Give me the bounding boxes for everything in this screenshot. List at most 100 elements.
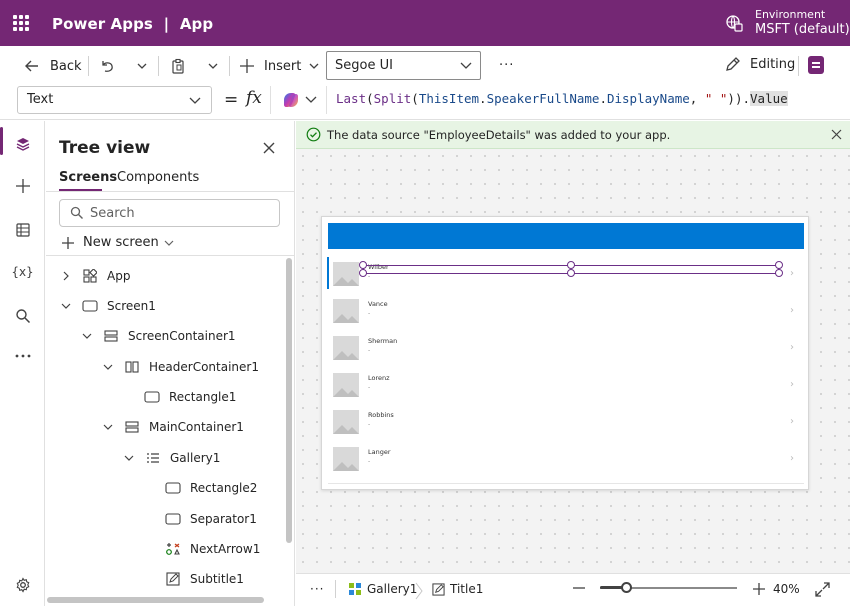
zoom-in-button[interactable] xyxy=(752,582,766,596)
app-header-rectangle[interactable] xyxy=(328,223,804,249)
gallery-item[interactable]: Wilber - › xyxy=(328,256,804,293)
insert-rail-button[interactable] xyxy=(0,169,45,203)
resize-handle[interactable] xyxy=(775,261,783,269)
undo-dropdown-button[interactable] xyxy=(135,56,149,76)
divider xyxy=(335,580,336,598)
breadcrumb-gallery1[interactable]: Gallery1 xyxy=(348,582,417,596)
gallery-item-subtitle: - xyxy=(368,310,371,317)
paste-button[interactable] xyxy=(170,56,186,76)
resize-handle[interactable] xyxy=(567,261,575,269)
chevron-down-icon xyxy=(164,240,174,246)
breadcrumb-label: Title1 xyxy=(450,582,484,596)
tab-components[interactable]: Components xyxy=(117,170,199,185)
close-icon[interactable] xyxy=(262,141,276,155)
settings-rail-button[interactable] xyxy=(0,568,45,602)
tree-node-rectangle2[interactable]: Rectangle2 xyxy=(143,478,257,498)
resize-handle[interactable] xyxy=(359,261,367,269)
property-dropdown[interactable]: Text xyxy=(17,86,212,114)
tree-node-headercontainer1[interactable]: HeaderContainer1 xyxy=(102,357,259,377)
gallery-item[interactable]: Langer - › xyxy=(328,441,804,478)
tree-search-box xyxy=(59,199,280,227)
tree-node-screencontainer1[interactable]: ScreenContainer1 xyxy=(81,326,236,346)
formula-token: . xyxy=(742,91,751,106)
data-rail-button[interactable] xyxy=(0,213,45,247)
tab-screens[interactable]: Screens xyxy=(59,170,117,185)
chevron-down-icon xyxy=(305,96,317,103)
font-dropdown[interactable]: Segoe UI xyxy=(326,51,481,80)
top-bar: Power Apps | App Environment MSFT (defau… xyxy=(0,0,850,46)
tree-node-app[interactable]: App xyxy=(60,266,130,286)
gallery-item[interactable]: Sherman - › xyxy=(328,330,804,367)
tree-node-label: ScreenContainer1 xyxy=(128,329,236,343)
zoom-out-button[interactable] xyxy=(572,586,586,590)
undo-button[interactable] xyxy=(99,56,115,76)
tree-horizontal-scrollbar[interactable] xyxy=(47,597,264,603)
tree-vertical-scrollbar[interactable] xyxy=(286,258,292,543)
breadcrumb-separator xyxy=(415,582,423,600)
tree-node-rectangle1[interactable]: Rectangle1 xyxy=(122,387,236,407)
resize-handle[interactable] xyxy=(359,269,367,277)
gallery-item[interactable]: Vance - › xyxy=(328,293,804,330)
editing-button[interactable]: Editing xyxy=(724,56,795,73)
tree-node-gallery1[interactable]: Gallery1 xyxy=(123,448,220,468)
search-rail-button[interactable] xyxy=(0,299,45,333)
more-rail-button[interactable] xyxy=(0,339,45,373)
rectangle-icon xyxy=(144,391,160,403)
formula-token: . xyxy=(599,91,607,106)
plus-icon xyxy=(753,583,765,595)
tree-node-screen1[interactable]: Screen1 xyxy=(60,296,156,316)
zoom-slider-thumb[interactable] xyxy=(621,582,633,593)
back-label: Back xyxy=(50,58,82,74)
insert-button[interactable]: Insert xyxy=(239,56,321,76)
tree-node-subtitle1[interactable]: Subtitle1 xyxy=(143,569,244,589)
variables-rail-button[interactable]: {x} xyxy=(0,255,45,289)
resize-handle[interactable] xyxy=(567,269,575,277)
formula-token: " " xyxy=(704,91,728,106)
copilot-button[interactable] xyxy=(270,86,326,114)
chevron-down-icon xyxy=(137,63,147,69)
image-placeholder-icon xyxy=(333,299,359,323)
chevron-down-icon xyxy=(124,455,134,461)
new-screen-label: New screen xyxy=(83,235,159,250)
gallery-item-subtitle: - xyxy=(368,273,371,280)
new-screen-button[interactable]: New screen xyxy=(61,235,174,250)
clipboard-icon xyxy=(172,58,184,74)
formula-token: , xyxy=(689,91,705,106)
image-placeholder-icon xyxy=(333,410,359,434)
tree-node-nextarrow1[interactable]: NextArrow1 xyxy=(143,539,260,559)
paste-dropdown-button[interactable] xyxy=(206,56,220,76)
gallery-item[interactable]: Lorenz - › xyxy=(328,367,804,404)
editing-label: Editing xyxy=(750,57,796,72)
status-more-button[interactable]: ··· xyxy=(310,582,324,596)
breadcrumb-title1[interactable]: Title1 xyxy=(432,582,483,596)
table-icon xyxy=(15,223,30,237)
undo-icon xyxy=(102,61,113,72)
notes-icon[interactable] xyxy=(808,56,824,74)
tree-node-label: Rectangle1 xyxy=(169,390,237,404)
tree-view-rail-button[interactable] xyxy=(0,127,45,161)
tree-node-maincontainer1[interactable]: MainContainer1 xyxy=(102,417,244,437)
chevron-down-icon xyxy=(82,333,92,339)
gallery-item[interactable]: Robbins - › xyxy=(328,404,804,441)
image-placeholder-icon xyxy=(333,336,359,360)
close-icon[interactable] xyxy=(831,129,842,140)
gallery-bottom-edge xyxy=(328,483,804,484)
app-screen-preview[interactable]: Wilber - › Vance - › Sherman - › Lorenz … xyxy=(321,216,809,490)
fx-icon[interactable]: fx xyxy=(246,88,262,108)
tree-search-input[interactable] xyxy=(90,202,275,224)
back-button[interactable]: Back xyxy=(24,56,82,76)
gallery-icon xyxy=(147,453,159,463)
environment-selector[interactable]: MSFT (default) xyxy=(755,22,850,37)
formula-token: . xyxy=(479,91,487,106)
plus-icon xyxy=(240,59,254,73)
app-launcher-icon[interactable] xyxy=(13,15,29,31)
fit-to-window-button[interactable] xyxy=(815,582,830,597)
more-commands-button[interactable]: ··· xyxy=(499,55,514,75)
chevron-down-icon xyxy=(309,63,319,69)
resize-handle[interactable] xyxy=(775,269,783,277)
tree-node-separator1[interactable]: Separator1 xyxy=(143,509,257,529)
environment-label: Environment xyxy=(755,8,826,21)
formula-token: )) xyxy=(727,91,743,106)
tree-node-label: App xyxy=(107,269,131,283)
formula-input[interactable]: Last(Split(ThisItem.SpeakerFullName.Disp… xyxy=(326,86,850,114)
